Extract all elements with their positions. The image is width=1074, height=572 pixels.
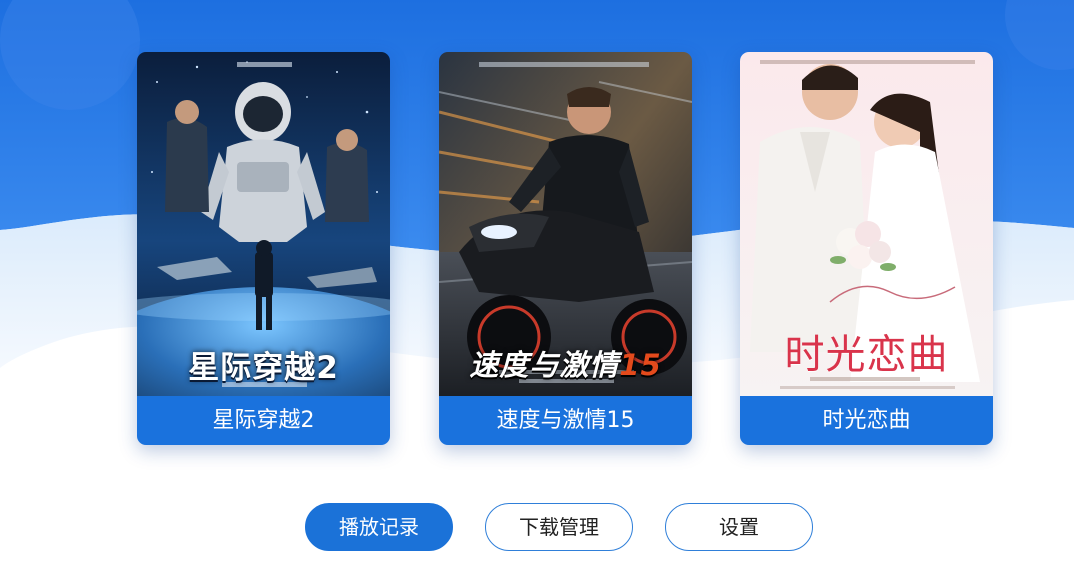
movie-poster: 时光恋曲 bbox=[740, 52, 993, 396]
movie-poster: 星际穿越2 bbox=[137, 52, 390, 396]
movie-card-fast-furious[interactable]: 速度与激情15 速度与激情15 bbox=[439, 52, 692, 445]
poster-title: 时光恋曲 bbox=[784, 332, 949, 378]
movie-card-time-love-song[interactable]: 时光恋曲 时光恋曲 bbox=[740, 52, 993, 445]
movie-poster: 速度与激情15 bbox=[439, 52, 692, 396]
movie-title-label: 速度与激情15 bbox=[496, 408, 635, 433]
movie-title-label: 星际穿越2 bbox=[212, 408, 315, 433]
poster-title: 星际穿越2 bbox=[188, 350, 339, 386]
movie-card-interstellar[interactable]: 星际穿越2 星际穿越2 bbox=[137, 52, 390, 445]
movie-title-label: 时光恋曲 bbox=[822, 408, 911, 433]
poster-title: 速度与激情15 bbox=[469, 348, 662, 382]
